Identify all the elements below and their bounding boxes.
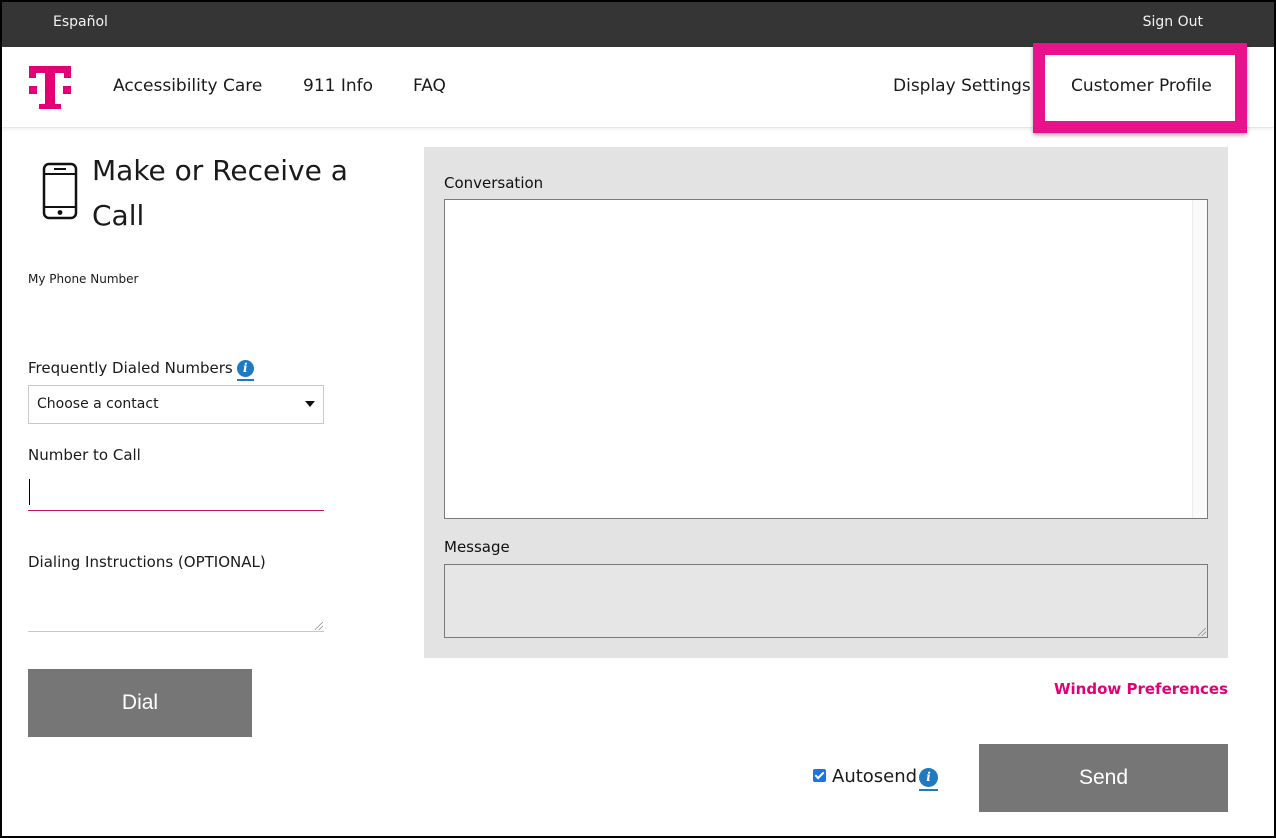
smartphone-icon xyxy=(42,162,78,220)
nav-faq[interactable]: FAQ xyxy=(413,76,446,96)
utility-bar: Español Sign Out xyxy=(2,2,1274,47)
autosend-label: Autosend xyxy=(832,766,918,787)
contact-select-value: Choose a contact xyxy=(37,396,159,412)
language-link[interactable]: Español xyxy=(53,14,108,30)
conversation-scrollbar[interactable] xyxy=(1192,200,1207,518)
contact-select[interactable]: Choose a contact xyxy=(28,385,324,424)
number-to-call-label: Number to Call xyxy=(28,446,141,464)
autosend-info-link[interactable]: i xyxy=(919,768,939,791)
frequent-numbers-label-text: Frequently Dialed Numbers xyxy=(28,359,233,377)
dial-button[interactable]: Dial xyxy=(28,669,252,737)
t-mobile-logo[interactable] xyxy=(29,66,71,112)
send-button[interactable]: Send xyxy=(979,744,1228,812)
autosend-control: Autosend i xyxy=(813,766,939,791)
chevron-down-icon xyxy=(305,401,315,407)
resize-handle-icon[interactable] xyxy=(315,622,323,630)
dialing-instructions-textarea[interactable] xyxy=(28,587,324,632)
page-title: Make or Receive a Call xyxy=(92,154,348,232)
frequent-numbers-label: Frequently Dialed Numbers i xyxy=(28,359,254,381)
info-icon[interactable]: i xyxy=(919,768,939,787)
message-label: Message xyxy=(444,538,510,556)
conversation-panel: Conversation Message xyxy=(424,147,1228,658)
main-nav: Accessibility Care 911 Info FAQ Display … xyxy=(2,43,1274,133)
conversation-textarea[interactable] xyxy=(444,199,1208,519)
number-to-call-input[interactable] xyxy=(28,474,324,511)
my-phone-number-label: My Phone Number xyxy=(28,272,139,286)
message-textarea[interactable] xyxy=(444,564,1208,638)
resize-handle-icon[interactable] xyxy=(1198,628,1206,636)
page-frame: Español Sign Out Accessibility Care 911 … xyxy=(2,2,1274,836)
customer-profile-highlight: Customer Profile xyxy=(1033,43,1247,133)
conversation-label: Conversation xyxy=(444,174,544,192)
info-icon[interactable]: i xyxy=(236,360,254,377)
nav-customer-profile[interactable]: Customer Profile xyxy=(1071,76,1212,96)
nav-accessibility-care[interactable]: Accessibility Care xyxy=(113,76,262,96)
nav-display-settings[interactable]: Display Settings xyxy=(893,76,1031,96)
nav-911-info[interactable]: 911 Info xyxy=(303,76,373,96)
text-cursor xyxy=(29,479,30,505)
window-preferences-link[interactable]: Window Preferences xyxy=(1054,680,1228,698)
sign-out-link[interactable]: Sign Out xyxy=(1143,14,1203,30)
frequent-numbers-info-link[interactable]: i xyxy=(236,360,254,381)
dialing-instructions-label: Dialing Instructions (OPTIONAL) xyxy=(28,553,266,571)
autosend-checkbox[interactable] xyxy=(813,769,826,782)
